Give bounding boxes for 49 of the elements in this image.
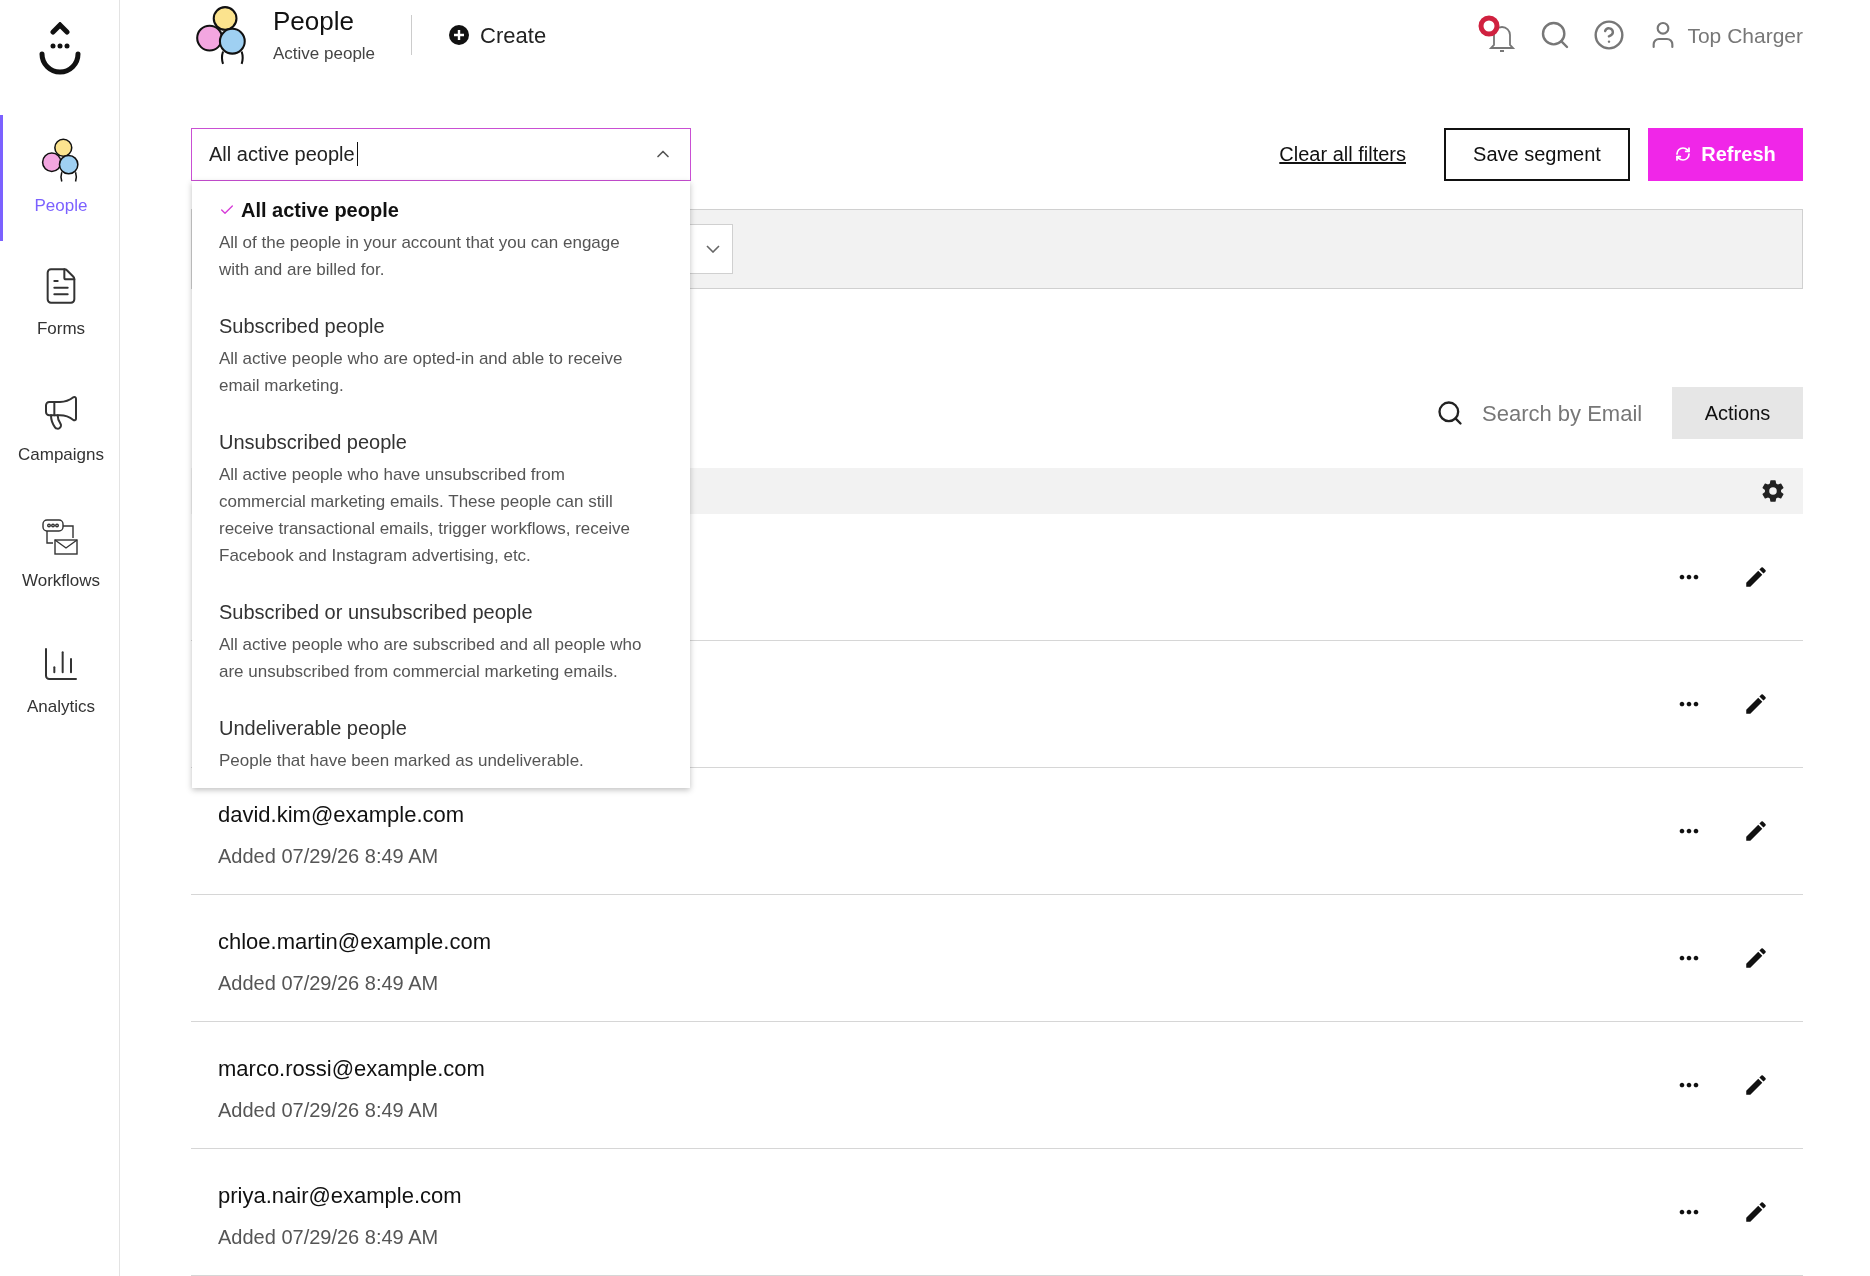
nav-item[interactable]: People [0, 115, 119, 241]
search-icon [1436, 399, 1464, 428]
user-name[interactable]: Top Charger [1687, 19, 1803, 52]
contact-email[interactable]: marco.rossi@example.com [218, 1051, 485, 1085]
option-label: Subscribed or unsubscribed people [219, 599, 533, 625]
create-button[interactable]: Create [448, 18, 547, 52]
contact-email[interactable]: david.kim@example.com [218, 797, 465, 831]
page-title: People [273, 4, 355, 37]
added-date: Added 07/29/26 8:49 AM [218, 970, 440, 996]
nav-item[interactable]: Workflows [0, 493, 119, 619]
text-cursor [356, 142, 358, 167]
option-label: All active people [241, 197, 399, 223]
contact-email[interactable]: chloe.martin@example.com [218, 924, 491, 958]
segment-select[interactable]: All active people [191, 127, 691, 181]
edit-icon[interactable] [1743, 564, 1769, 590]
option-label: Unsubscribed people [219, 429, 407, 455]
clear-filters-link[interactable]: Clear all filters [1279, 139, 1406, 170]
added-date: Added 07/29/26 8:49 AM [218, 843, 440, 869]
actions-button[interactable]: Actions [1672, 387, 1803, 440]
option-description: All active people who have unsubscribed from commercial marketing emails. These people can still receive transactional emails, trigger workflows, receive Facebook and Instagram advertising, etc. [219, 463, 631, 567]
option-label: Undeliverable people [219, 715, 407, 741]
nav-item[interactable]: Campaigns [0, 367, 119, 493]
menu-option[interactable]: Subscribed or unsubscribed people All active people who are subscribed and all people who are unsubscribed from commercial marketing emails. [192, 596, 690, 685]
added-date: Added 07/29/26 8:49 AM [218, 1097, 440, 1123]
chevron-down-icon [706, 244, 720, 253]
save-segment-button[interactable]: Save segment [1444, 127, 1630, 181]
option-description: All active people who are opted-in and able to receive email marketing. [219, 347, 624, 397]
menu-option[interactable]: Undeliverable people People that have been marked as undeliverable. [192, 712, 690, 774]
menu-option[interactable]: Subscribed people All active people who are opted-in and able to receive email marketing. [192, 310, 690, 399]
contact-email[interactable]: priya.nair@example.com [218, 1178, 462, 1212]
edit-icon[interactable] [1743, 818, 1769, 844]
option-description: All active people who are subscribed and all people who are unsubscribed from commercial marketing emails. [219, 633, 643, 683]
edit-icon[interactable] [1743, 1199, 1769, 1225]
edit-icon[interactable] [1743, 945, 1769, 971]
added-date: Added 07/29/26 8:49 AM [218, 1224, 440, 1250]
nav-item[interactable]: Forms [0, 241, 119, 367]
option-label: Subscribed people [219, 313, 385, 339]
option-description: People that have been marked as undeliverable. [219, 749, 585, 772]
help-icon[interactable] [1593, 19, 1626, 52]
search-field[interactable]: Search by Email [1482, 396, 1652, 430]
option-description: All of the people in your account that you can engage with and are billed for. [219, 231, 621, 281]
page-subtitle: Active people [273, 42, 376, 65]
menu-option[interactable]: All active people All of the people in your account that you can engage with and are billed for. [192, 194, 690, 283]
edit-icon[interactable] [1743, 1072, 1769, 1098]
plus-circle-icon [448, 24, 471, 47]
refresh-icon [1675, 146, 1692, 163]
edit-icon[interactable] [1743, 691, 1769, 717]
nav-item[interactable]: Analytics [0, 619, 119, 745]
settings-icon[interactable] [1761, 479, 1785, 504]
